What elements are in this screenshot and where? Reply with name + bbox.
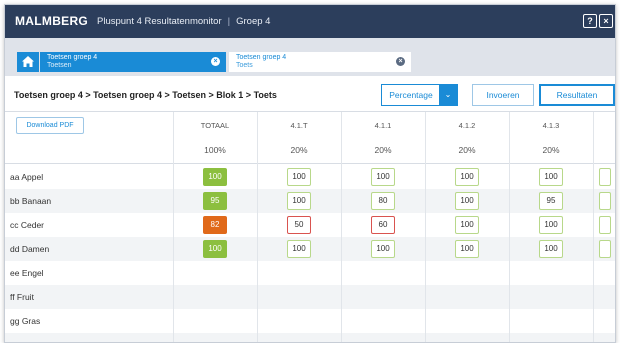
view-select[interactable]: Percentage ⌄ bbox=[381, 84, 458, 106]
tab-toets[interactable]: Toetsen groep 4 Toets × bbox=[229, 52, 411, 72]
malmberg-logo: MALMBERG bbox=[15, 14, 89, 28]
student-name: cc Ceder bbox=[10, 220, 45, 230]
item-score[interactable]: 100 bbox=[539, 216, 563, 234]
tab-subtitle: Toetsen bbox=[47, 62, 72, 69]
item-score-partial[interactable] bbox=[599, 192, 611, 210]
item-score-partial[interactable] bbox=[599, 216, 611, 234]
column-weight: 100% bbox=[204, 145, 226, 155]
top-bar: MALMBERG Pluspunt 4 Resultatenmonitor | Gr… bbox=[5, 5, 615, 38]
breadcrumb: Toetsen groep 4 > Toetsen groep 4 > Toet… bbox=[14, 90, 277, 100]
app-name: Pluspunt 4 Resultatenmonitor bbox=[97, 16, 222, 27]
column-weight: 2 bbox=[593, 145, 615, 155]
student-name: dd Damen bbox=[10, 244, 50, 254]
table-row[interactable]: gg Gras bbox=[5, 309, 615, 333]
column-weight: 20% bbox=[374, 145, 392, 155]
column-weight: 20% bbox=[290, 145, 308, 155]
tab-bar: Toetsen groep 4 Toetsen × Toetsen groep … bbox=[5, 38, 615, 76]
item-score[interactable]: 100 bbox=[371, 240, 395, 258]
column-divider bbox=[173, 112, 174, 342]
close-tab-icon[interactable]: × bbox=[211, 57, 220, 66]
table-row[interactable]: ff Fruit bbox=[5, 285, 615, 309]
item-score-partial[interactable] bbox=[599, 240, 611, 258]
total-score: 100 bbox=[203, 240, 227, 258]
download-pdf-button[interactable]: Download PDF bbox=[16, 117, 84, 134]
item-score[interactable]: 100 bbox=[539, 168, 563, 186]
item-score[interactable]: 100 bbox=[287, 240, 311, 258]
column-weight: 20% bbox=[542, 145, 560, 155]
item-score[interactable]: 100 bbox=[371, 168, 395, 186]
column-header[interactable]: 4.1.2 bbox=[425, 121, 509, 130]
column-divider bbox=[509, 112, 510, 342]
item-score[interactable]: 80 bbox=[371, 192, 395, 210]
item-score[interactable]: 100 bbox=[455, 168, 479, 186]
student-name: ff Fruit bbox=[10, 292, 34, 302]
app-title: Pluspunt 4 Resultatenmonitor | Groep 4 bbox=[97, 16, 270, 27]
invoeren-button[interactable]: Invoeren bbox=[472, 84, 534, 106]
total-score: 95 bbox=[203, 192, 227, 210]
item-score[interactable]: 50 bbox=[287, 216, 311, 234]
total-score: 100 bbox=[203, 168, 227, 186]
table-row[interactable]: hh Hoho bbox=[5, 333, 615, 342]
chevron-down-icon[interactable]: ⌄ bbox=[439, 85, 457, 105]
item-score[interactable]: 100 bbox=[455, 240, 479, 258]
tab-title: Toetsen groep 4 bbox=[236, 54, 287, 61]
toolbar: Toetsen groep 4 > Toetsen groep 4 > Toet… bbox=[5, 76, 615, 112]
student-name: bb Banaan bbox=[10, 196, 52, 206]
item-score[interactable]: 60 bbox=[371, 216, 395, 234]
table-row[interactable]: bb Banaan 95 100 80 100 95 bbox=[5, 189, 615, 213]
title-separator: | bbox=[227, 16, 231, 27]
tab-subtitle: Toets bbox=[236, 62, 253, 69]
column-weight: 20% bbox=[458, 145, 476, 155]
table-header-labels: Download PDF TOTAAL4.1.T4.1.14.1.24.1.34 bbox=[5, 112, 615, 138]
close-tab-icon[interactable]: × bbox=[396, 57, 405, 66]
tab-title: Toetsen groep 4 bbox=[47, 54, 98, 61]
item-score[interactable]: 100 bbox=[455, 192, 479, 210]
column-divider bbox=[341, 112, 342, 342]
item-score[interactable]: 100 bbox=[287, 192, 311, 210]
help-button[interactable]: ? bbox=[583, 14, 597, 28]
student-name: ee Engel bbox=[10, 268, 44, 278]
tab-toetsen[interactable]: Toetsen groep 4 Toetsen × bbox=[40, 52, 226, 72]
view-select-value: Percentage bbox=[389, 90, 433, 100]
total-score: 82 bbox=[203, 216, 227, 234]
group-name: Groep 4 bbox=[236, 16, 271, 27]
column-header[interactable]: TOTAAL bbox=[173, 121, 257, 130]
column-header[interactable]: 4.1.3 bbox=[509, 121, 593, 130]
resultaten-button[interactable]: Resultaten bbox=[539, 84, 615, 106]
column-divider bbox=[425, 112, 426, 342]
column-header[interactable]: 4 bbox=[593, 121, 615, 130]
table-row[interactable]: dd Damen 100 100 100 100 100 bbox=[5, 237, 615, 261]
home-icon bbox=[22, 56, 34, 67]
table-header-percentages: 100% 20% 20% 20% 20% 2 bbox=[5, 138, 615, 164]
column-divider bbox=[257, 112, 258, 342]
home-tab[interactable] bbox=[17, 52, 39, 72]
column-header[interactable]: 4.1.T bbox=[257, 121, 341, 130]
table-row[interactable]: ee Engel bbox=[5, 261, 615, 285]
item-score[interactable]: 100 bbox=[539, 240, 563, 258]
item-score-partial[interactable] bbox=[599, 168, 611, 186]
app-window: MALMBERG Pluspunt 4 Resultatenmonitor | Gr… bbox=[4, 4, 616, 343]
student-name: gg Gras bbox=[10, 316, 41, 326]
item-score[interactable]: 100 bbox=[455, 216, 479, 234]
close-app-button[interactable]: × bbox=[599, 14, 613, 28]
student-name: aa Appel bbox=[10, 172, 44, 182]
item-score[interactable]: 100 bbox=[287, 168, 311, 186]
column-header[interactable]: 4.1.1 bbox=[341, 121, 425, 130]
item-score[interactable]: 95 bbox=[539, 192, 563, 210]
table-row[interactable]: cc Ceder 82 50 60 100 100 bbox=[5, 213, 615, 237]
column-divider bbox=[593, 112, 594, 342]
table-row[interactable]: aa Appel 100 100 100 100 100 bbox=[5, 165, 615, 189]
